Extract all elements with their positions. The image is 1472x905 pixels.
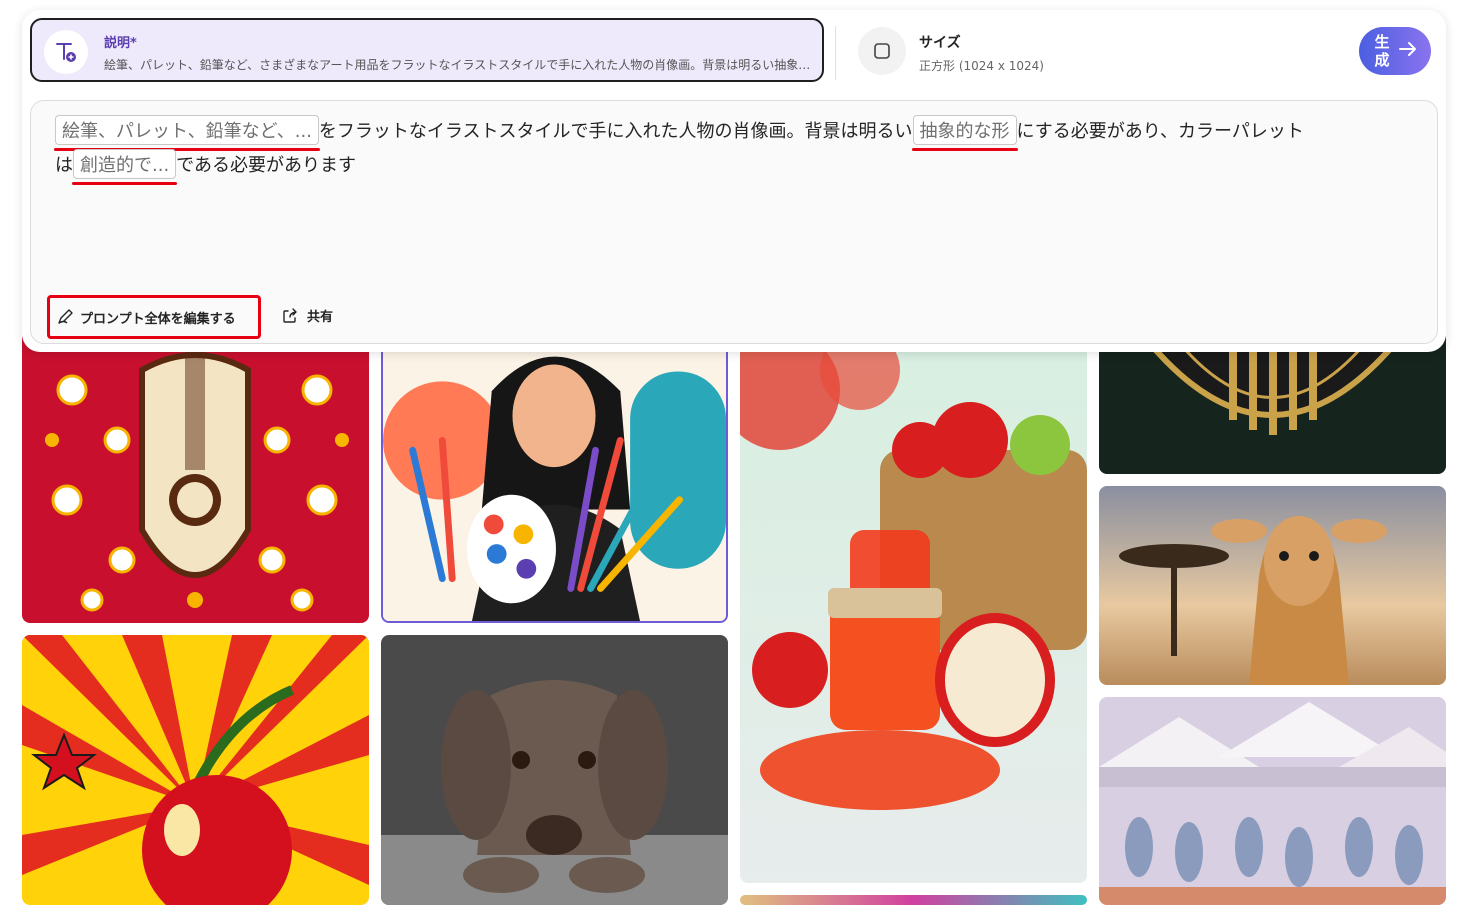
size-value[interactable]: 正方形 (1024 x 1024)	[919, 57, 1044, 74]
prompt-line-1: 絵筆、パレット、鉛筆など、... をフラットなイラストスタイルで手に入れた人物の…	[54, 115, 1304, 151]
next-image-strip[interactable]	[740, 895, 1087, 905]
highlight-underline	[72, 182, 178, 185]
prompt-text: にする必要があり、カラーパレット	[1016, 121, 1304, 142]
share-label: 共有	[307, 310, 334, 325]
prompt-text: をフラットなイラストスタイルで手に入れた人物の肖像画。背景は明るい	[318, 121, 913, 142]
edit-full-prompt-label: プロンプト全体を編集する	[80, 311, 236, 327]
highlight-underline	[911, 148, 1018, 151]
prompt-panel: 説明* 絵筆、パレット、鉛筆など、さまざまなアート用品をフラットなイラストスタイ…	[22, 10, 1446, 352]
prompt-editor[interactable]: 絵筆、パレット、鉛筆など、... をフラットなイラストスタイルで手に入れた人物の…	[30, 100, 1438, 344]
artist-woman-image[interactable]	[381, 330, 728, 623]
share-icon	[281, 307, 299, 325]
arrow-right-icon	[1397, 38, 1419, 64]
giraffe-image[interactable]	[1099, 486, 1446, 685]
prompt-chip-creative[interactable]: 創造的で...	[72, 149, 178, 185]
description-field[interactable]: 説明* 絵筆、パレット、鉛筆など、さまざまなアート用品をフラットなイラストスタイ…	[30, 18, 824, 82]
apple-jam-image[interactable]	[740, 330, 1087, 883]
edit-full-prompt-button[interactable]: プロンプト全体を編集する	[47, 295, 261, 339]
folk-guitar-image[interactable]	[22, 330, 369, 623]
generate-label: 生成	[1374, 33, 1390, 69]
cherry-popart-image[interactable]	[22, 635, 369, 905]
text-add-icon	[44, 30, 88, 74]
prompt-text: は	[55, 155, 73, 176]
generate-button[interactable]: 生成	[1359, 27, 1431, 75]
prompt-chip-abstract-shapes[interactable]: 抽象的な形	[911, 115, 1018, 151]
market-tents-image[interactable]	[1099, 697, 1446, 905]
pen-edit-icon	[56, 308, 74, 326]
square-size-icon[interactable]	[858, 27, 906, 75]
size-label: サイズ	[919, 35, 961, 51]
prompt-chip-supplies[interactable]: 絵筆、パレット、鉛筆など、...	[54, 115, 320, 151]
prompt-line-2: は 創造的で... である必要があります	[55, 149, 356, 185]
share-button[interactable]: 共有	[281, 306, 333, 325]
prompt-text: である必要があります	[176, 155, 356, 176]
description-preview: 絵筆、パレット、鉛筆など、さまざまなアート用品をフラットなイラストスタイルで手に…	[104, 58, 814, 72]
divider	[835, 26, 836, 80]
description-label: 説明*	[104, 36, 137, 51]
dog-image[interactable]	[381, 635, 728, 905]
